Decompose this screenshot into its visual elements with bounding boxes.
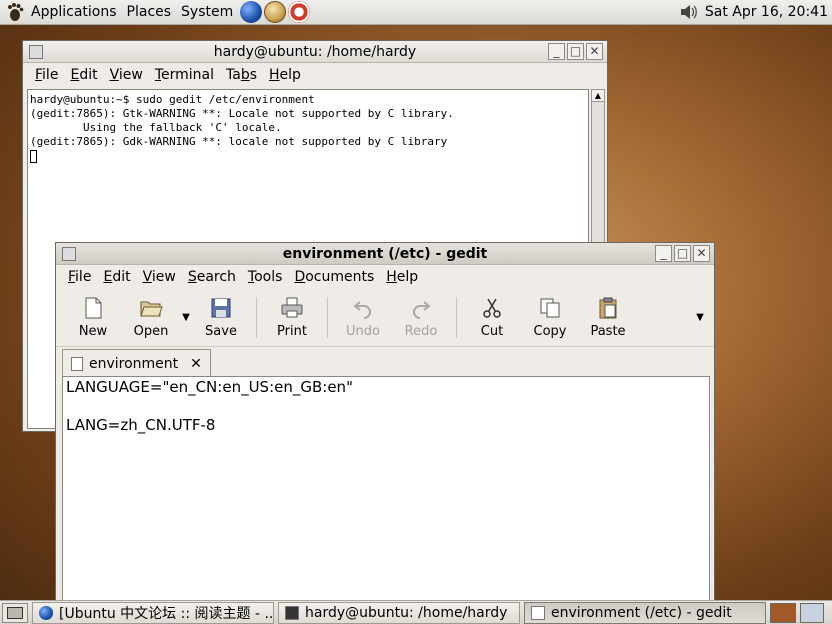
redo-icon — [413, 301, 431, 319]
gedit-titlebar[interactable]: environment (/etc) - gedit _ □ ✕ — [56, 243, 714, 265]
bottom-panel: [Ubuntu 中文论坛 :: 阅读主题 - ... hardy@ubuntu:… — [0, 600, 832, 624]
terminal-line: (gedit:7865): Gtk-WARNING **: Locale not… — [30, 107, 454, 120]
gedit-menu-search[interactable]: Search — [182, 269, 242, 285]
gedit-toolbar: New Open ▼ Save Print Undo Redo Cut Copy… — [56, 289, 714, 347]
system-menu[interactable]: System — [176, 0, 238, 25]
chevron-down-icon: ▼ — [182, 312, 190, 323]
text-document-icon — [71, 356, 83, 371]
editor-line: LANG=zh_CN.UTF-8 — [66, 416, 216, 434]
gedit-maximize-button[interactable]: □ — [674, 245, 691, 262]
gedit-menu-edit[interactable]: Edit — [97, 269, 136, 285]
paste-icon — [599, 297, 617, 319]
new-document-icon — [85, 297, 102, 319]
terminal-maximize-button[interactable]: □ — [567, 43, 584, 60]
undo-button[interactable]: Undo — [334, 289, 392, 346]
document-tabs: environment ✕ — [56, 347, 714, 377]
copy-icon — [540, 298, 560, 318]
gedit-minimize-button[interactable]: _ — [655, 245, 672, 262]
editor-line: LANGUAGE="en_CN:en_US:en_GB:en" — [66, 378, 353, 396]
gedit-menubar: File Edit View Search Tools Documents He… — [56, 265, 714, 289]
web-browser-icon — [39, 605, 53, 620]
scissors-icon — [483, 298, 501, 318]
clock[interactable]: Sat Apr 16, 20:41 — [705, 4, 828, 20]
email-icon[interactable] — [264, 1, 287, 23]
desktop-icon — [7, 606, 23, 619]
copy-button[interactable]: Copy — [521, 289, 579, 346]
terminal-icon — [285, 605, 299, 620]
help-icon[interactable] — [288, 1, 311, 23]
gedit-title: environment (/etc) - gedit — [282, 245, 488, 262]
printer-icon — [281, 297, 303, 318]
terminal-cursor — [30, 149, 37, 163]
gedit-window-icon[interactable] — [62, 246, 76, 261]
save-button[interactable]: Save — [192, 289, 250, 346]
folder-open-icon — [140, 301, 163, 317]
terminal-line: (gedit:7865): Gdk-WARNING **: locale not… — [30, 135, 448, 148]
open-recent-dropdown[interactable]: ▼ — [180, 289, 192, 346]
toolbar-separator — [327, 297, 328, 338]
terminal-titlebar[interactable]: hardy@ubuntu: /home/hardy _ □ ✕ — [23, 41, 607, 63]
applications-menu[interactable]: Applications — [26, 0, 122, 25]
terminal-menu-tabs[interactable]: Tabs — [220, 67, 263, 83]
gedit-menu-documents[interactable]: Documents — [288, 269, 380, 285]
terminal-menu-view[interactable]: View — [104, 67, 149, 83]
text-editor[interactable]: LANGUAGE="en_CN:en_US:en_GB:en" LANG=zh_… — [62, 376, 710, 601]
gedit-close-button[interactable]: ✕ — [693, 245, 710, 262]
terminal-menu-edit[interactable]: Edit — [64, 67, 103, 83]
web-browser-icon[interactable] — [240, 1, 263, 23]
new-button[interactable]: New — [64, 289, 122, 346]
toolbar-separator — [256, 297, 257, 338]
tab-close-icon[interactable]: ✕ — [190, 356, 202, 372]
gedit-menu-help[interactable]: Help — [380, 269, 424, 285]
volume-icon[interactable] — [679, 4, 697, 20]
terminal-menu-file[interactable]: File — [29, 67, 64, 83]
ubuntu-foot-icon[interactable] — [4, 1, 26, 23]
terminal-close-button[interactable]: ✕ — [586, 43, 603, 60]
terminal-minimize-button[interactable]: _ — [548, 43, 565, 60]
top-panel: Applications Places System Sat Apr 16, 2… — [0, 0, 832, 25]
toolbar-overflow-button[interactable]: ▼ — [694, 289, 706, 346]
places-menu[interactable]: Places — [122, 0, 177, 25]
taskbar-item-browser[interactable]: [Ubuntu 中文论坛 :: 阅读主题 - ... — [32, 601, 274, 624]
show-desktop-button[interactable] — [2, 602, 28, 623]
gedit-menu-file[interactable]: File — [62, 269, 97, 285]
chevron-down-icon: ▼ — [696, 312, 704, 323]
terminal-line: Using the fallback 'C' locale. — [30, 121, 282, 134]
text-editor-icon — [531, 605, 545, 620]
gedit-menu-tools[interactable]: Tools — [242, 269, 289, 285]
gedit-menu-view[interactable]: View — [137, 269, 182, 285]
undo-icon — [353, 301, 371, 319]
gedit-window: environment (/etc) - gedit _ □ ✕ File Ed… — [55, 242, 715, 602]
redo-button[interactable]: Redo — [392, 289, 450, 346]
tab-environment[interactable]: environment ✕ — [62, 349, 211, 377]
taskbar-item-gedit[interactable]: environment (/etc) - gedit — [524, 601, 766, 624]
cut-button[interactable]: Cut — [463, 289, 521, 346]
paste-button[interactable]: Paste — [579, 289, 637, 346]
terminal-menu-terminal[interactable]: Terminal — [149, 67, 220, 83]
terminal-window-icon[interactable] — [29, 44, 43, 59]
scroll-up-arrow-icon[interactable]: ▲ — [592, 90, 604, 102]
terminal-menubar: File Edit View Terminal Tabs Help — [23, 63, 607, 87]
taskbar-item-terminal[interactable]: hardy@ubuntu: /home/hardy — [278, 601, 520, 624]
terminal-title: hardy@ubuntu: /home/hardy — [213, 43, 417, 60]
toolbar-separator — [456, 297, 457, 338]
terminal-menu-help[interactable]: Help — [263, 67, 307, 83]
trash-icon[interactable] — [800, 602, 824, 623]
save-icon — [211, 298, 231, 318]
tab-label: environment — [89, 355, 179, 372]
workspace-1[interactable] — [770, 602, 796, 623]
open-button[interactable]: Open — [122, 289, 180, 346]
print-button[interactable]: Print — [263, 289, 321, 346]
system-tray: Sat Apr 16, 20:41 — [679, 0, 832, 25]
terminal-line: hardy@ubuntu:~$ sudo gedit /etc/environm… — [30, 93, 315, 106]
